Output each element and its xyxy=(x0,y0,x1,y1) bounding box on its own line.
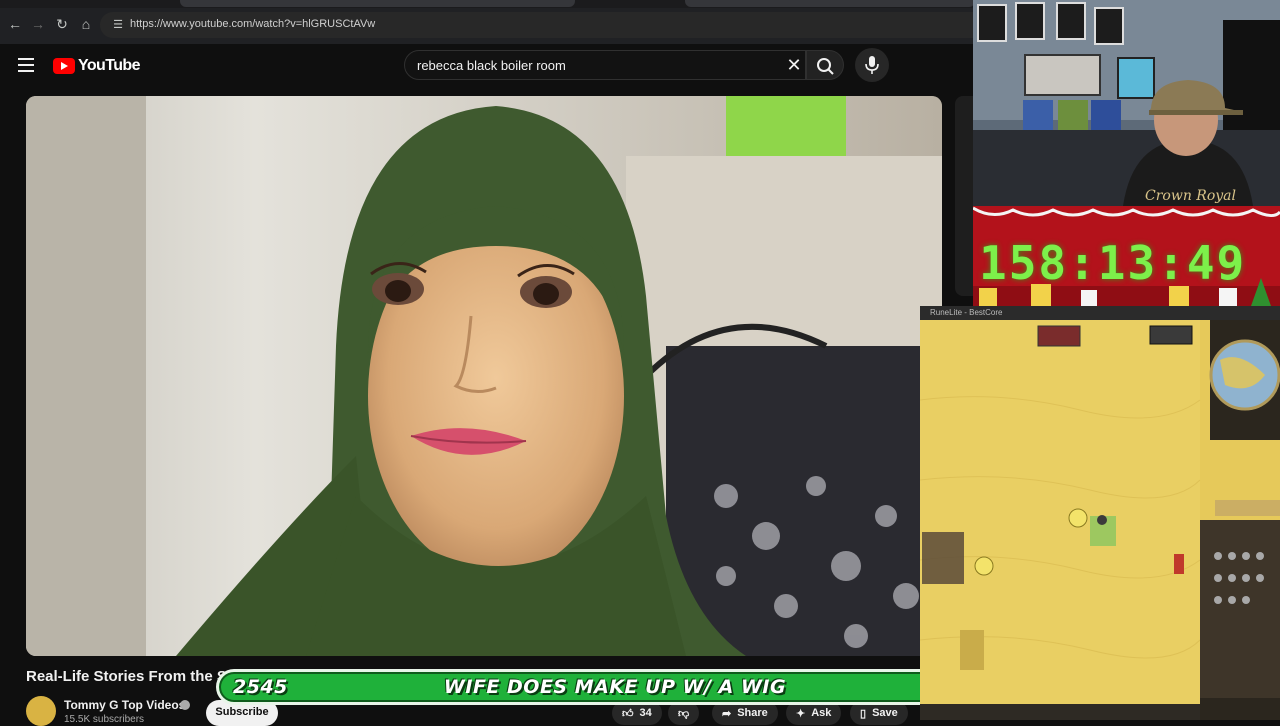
back-icon[interactable]: ← xyxy=(5,14,25,34)
share-icon: ➦ xyxy=(722,707,732,720)
voice-search-button[interactable] xyxy=(855,48,889,82)
search-button[interactable] xyxy=(806,50,844,80)
home-icon[interactable]: ⌂ xyxy=(76,14,96,34)
search-input[interactable]: rebecca black boiler room xyxy=(417,58,566,73)
video-player[interactable] xyxy=(26,96,942,656)
site-info-icon[interactable]: ☰ xyxy=(110,17,126,33)
stream-goal-banner: 2545 WIFE DOES MAKE UP W/ A WIG 2200 xyxy=(216,669,1014,705)
microphone-icon xyxy=(865,56,879,74)
tab-strip xyxy=(0,0,975,8)
webcam-feed: Crown Royal xyxy=(973,0,1280,206)
like-count: 34 xyxy=(639,707,652,719)
search-box[interactable]: rebecca black boiler room ✕ xyxy=(404,50,806,80)
address-bar[interactable]: ☰ https://www.youtube.com/watch?v=hlGRUS… xyxy=(100,12,975,38)
ask-label: Ask xyxy=(811,707,832,719)
share-label: Share xyxy=(737,707,768,719)
menu-icon[interactable] xyxy=(18,58,34,72)
verified-icon xyxy=(180,700,190,710)
game-window[interactable]: RuneLite - BestCore xyxy=(920,306,1280,720)
browser-toolbar: ← → ↻ ⌂ ☰ https://www.youtube.com/watch?… xyxy=(0,0,975,44)
channel-name[interactable]: Tommy G Top Videos xyxy=(64,698,185,712)
video-title: Real-Life Stories From the St xyxy=(26,668,226,685)
banner-text: WIFE DOES MAKE UP W/ A WIG xyxy=(443,676,787,698)
channel-avatar[interactable] xyxy=(26,696,56,726)
browser-tab[interactable] xyxy=(180,0,575,7)
svg-text:Crown Royal: Crown Royal xyxy=(1145,188,1236,204)
youtube-header: YouTube rebecca black boiler room ✕ xyxy=(0,44,975,88)
thumbs-up-icon: 👍︎ xyxy=(622,707,634,720)
save-label: Save xyxy=(872,707,898,719)
game-viewport[interactable] xyxy=(920,320,1280,720)
related-panel[interactable] xyxy=(955,96,975,296)
forward-icon[interactable]: → xyxy=(28,14,48,34)
webcam-image: Crown Royal xyxy=(973,0,1280,206)
game-window-title: RuneLite - BestCore xyxy=(930,308,1003,317)
game-titlebar: RuneLite - BestCore xyxy=(920,306,1280,320)
logo-text: YouTube xyxy=(78,57,140,74)
url-text: https://www.youtube.com/watch?v=hlGRUSCt… xyxy=(130,18,376,30)
timer-display: 158:13:49 xyxy=(979,236,1247,290)
youtube-logo[interactable]: YouTube xyxy=(53,56,140,76)
bookmark-icon: ▯ xyxy=(860,707,867,720)
play-logo-icon xyxy=(53,58,75,74)
search-icon xyxy=(817,58,834,75)
clear-search-icon[interactable]: ✕ xyxy=(783,54,805,76)
reload-icon[interactable]: ↻ xyxy=(52,14,72,34)
subathon-timer: 158:13:49 xyxy=(973,206,1280,306)
thumbs-down-icon: 👎︎ xyxy=(678,707,690,720)
browser-tab[interactable] xyxy=(685,0,975,7)
sparkle-icon: ✦ xyxy=(796,707,806,720)
video-frame-mannequin xyxy=(26,96,942,656)
banner-left-count: 2545 xyxy=(233,676,288,698)
